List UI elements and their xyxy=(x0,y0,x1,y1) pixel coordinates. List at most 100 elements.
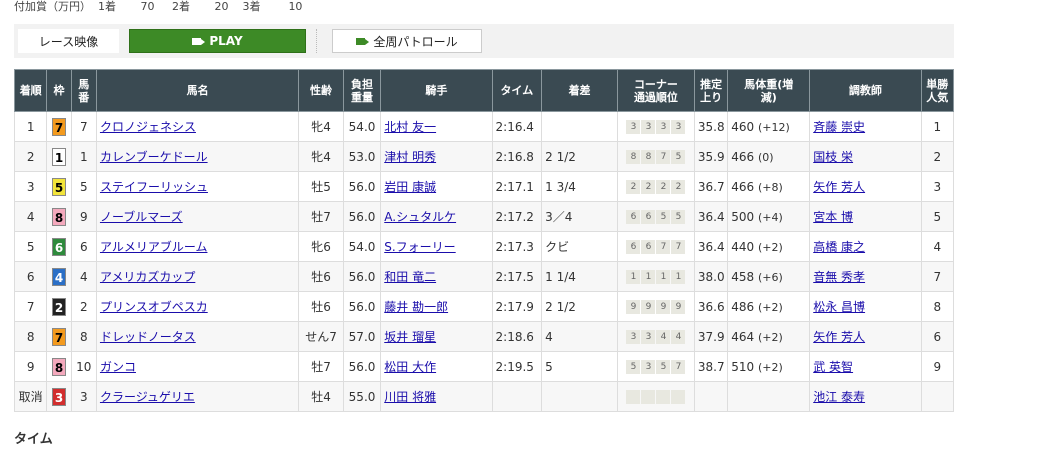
jockey-link[interactable]: 松田 大作 xyxy=(384,360,436,374)
number-cell: 3 xyxy=(70,381,97,412)
bodyweight-diff: (+8) xyxy=(758,180,783,194)
waku-badge: 8 xyxy=(52,207,67,226)
time-cell: 2:17.3 xyxy=(491,231,543,262)
trainer-link[interactable]: 高橋 康之 xyxy=(813,240,865,254)
time-cell: 2:18.6 xyxy=(491,321,543,352)
margin-cell: 3／4 xyxy=(541,201,618,232)
corner-position: 7 xyxy=(671,359,686,374)
horse-link[interactable]: プリンスオブペスカ xyxy=(100,300,208,314)
time-cell: 2:16.4 xyxy=(491,111,543,142)
trainer-link[interactable]: 池江 泰寿 xyxy=(813,390,865,404)
corners-cell: 8875 xyxy=(617,141,695,172)
horse-link[interactable]: ノーブルマーズ xyxy=(100,210,183,224)
trainer-cell: 高橋 康之 xyxy=(809,231,922,262)
horse-link[interactable]: クロノジェネシス xyxy=(100,120,196,134)
corner-position: 3 xyxy=(641,359,656,374)
horse-link[interactable]: アメリカズカップ xyxy=(100,270,195,284)
header-time: タイム xyxy=(491,69,543,112)
jockey-link[interactable]: A.シュタルケ xyxy=(384,210,456,224)
popularity-cell: 9 xyxy=(920,351,955,382)
horse-link[interactable]: クラージュゲリエ xyxy=(100,390,195,404)
jockey-link[interactable]: 和田 竜二 xyxy=(384,270,436,284)
trainer-cell: 矢作 芳人 xyxy=(809,171,922,202)
corner-position: 9 xyxy=(671,299,686,314)
horse-link[interactable]: アルメリアブルーム xyxy=(100,240,208,254)
bodyweight-value: 500 xyxy=(731,209,755,224)
margin-cell: 4 xyxy=(541,321,618,352)
jockey-cell: 松田 大作 xyxy=(380,351,493,382)
place-cell: 取消 xyxy=(13,381,48,412)
bodyweight-cell: 460 (+12) xyxy=(727,111,811,142)
corner-position: 7 xyxy=(671,239,686,254)
trainer-link[interactable]: 国枝 栄 xyxy=(813,150,853,164)
last3f-cell: 38.7 xyxy=(693,351,729,382)
trainer-link[interactable]: 武 英智 xyxy=(813,360,853,374)
number-cell: 1 xyxy=(70,141,97,172)
waku-badge: 4 xyxy=(52,267,67,286)
popularity-cell xyxy=(920,381,955,412)
horse-link[interactable]: ガンコ xyxy=(100,360,136,374)
place-cell: 7 xyxy=(13,291,48,322)
waku-cell: 1 xyxy=(46,141,72,172)
corner-position: 3 xyxy=(656,119,671,134)
table-row: 1 7 7 クロノジェネシス 牝4 54.0 北村 友一 2:16.4 3 3 3 3 35.8 460 … xyxy=(13,111,955,142)
jockey-link[interactable]: 岩田 康誠 xyxy=(384,180,436,194)
trainer-link[interactable]: 音無 秀孝 xyxy=(813,270,865,284)
horse-link[interactable]: ドレッドノータス xyxy=(100,330,196,344)
place-cell: 4 xyxy=(13,201,48,232)
header-last3f: 推定上り xyxy=(693,69,729,112)
horse-link[interactable]: カレンブーケドール xyxy=(100,150,208,164)
horse-cell: ノーブルマーズ xyxy=(95,201,300,232)
sexage-cell: 牡6 xyxy=(298,291,344,322)
corner-position: 1 xyxy=(656,269,671,284)
bodyweight-cell: 458 (+6) xyxy=(727,261,811,292)
trainer-cell: 武 英智 xyxy=(809,351,922,382)
corner-position: 7 xyxy=(656,149,671,164)
last3f-cell: 36.4 xyxy=(693,231,729,262)
last3f-cell: 37.9 xyxy=(693,321,729,352)
waku-cell: 7 xyxy=(46,321,72,352)
header-horse: 馬名 xyxy=(95,69,300,112)
jockey-link[interactable]: 坂井 瑠星 xyxy=(384,330,436,344)
time-cell: 2:17.2 xyxy=(491,201,543,232)
patrol-button[interactable]: 全周パトロール xyxy=(332,29,482,53)
jockey-link[interactable]: 北村 友一 xyxy=(384,120,436,134)
popularity-cell: 7 xyxy=(920,261,955,292)
jockey-cell: 藤井 勘一郎 xyxy=(380,291,493,322)
prize-rank-3: 3着 xyxy=(242,0,261,13)
trainer-link[interactable]: 矢作 芳人 xyxy=(813,180,865,194)
corner-position xyxy=(626,389,641,404)
corner-position: 3 xyxy=(641,119,656,134)
play-button[interactable]: PLAY xyxy=(129,29,306,53)
trainer-link[interactable]: 矢作 芳人 xyxy=(813,330,865,344)
jockey-link[interactable]: S.フォーリー xyxy=(384,240,455,254)
trainer-link[interactable]: 斉藤 崇史 xyxy=(813,120,865,134)
last3f-cell: 35.9 xyxy=(693,141,729,172)
sexage-cell: 牡6 xyxy=(298,261,344,292)
place-cell: 2 xyxy=(13,141,48,172)
trainer-link[interactable]: 宮本 博 xyxy=(813,210,853,224)
waku-cell: 6 xyxy=(46,231,72,262)
number-cell: 9 xyxy=(70,201,97,232)
video-camera-icon xyxy=(192,37,206,45)
waku-badge: 6 xyxy=(52,237,67,256)
weight-cell: 56.0 xyxy=(342,291,382,322)
jockey-link[interactable]: 藤井 勘一郎 xyxy=(384,300,448,314)
corner-position: 8 xyxy=(626,149,641,164)
horse-link[interactable]: ステイフーリッシュ xyxy=(100,180,208,194)
jockey-cell: 北村 友一 xyxy=(380,111,493,142)
prize-value-1: 70 xyxy=(140,0,155,13)
bodyweight-value: 466 xyxy=(731,179,755,194)
weight-cell: 56.0 xyxy=(342,201,382,232)
number-cell: 5 xyxy=(70,171,97,202)
video-toolbar: レース映像 PLAY 全周パトロール xyxy=(14,24,954,58)
jockey-link[interactable]: 川田 将雅 xyxy=(384,390,436,404)
waku-cell: 8 xyxy=(46,201,72,232)
waku-badge: 5 xyxy=(52,177,67,196)
number-cell: 2 xyxy=(70,291,97,322)
trainer-link[interactable]: 松永 昌博 xyxy=(813,300,865,314)
table-row: 9 8 10 ガンコ 牡7 56.0 松田 大作 2:19.5 5 5 3 5 7 38.7 510 (+2… xyxy=(13,351,955,382)
weight-cell: 54.0 xyxy=(342,111,382,142)
jockey-link[interactable]: 津村 明秀 xyxy=(384,150,436,164)
jockey-cell: 岩田 康誠 xyxy=(380,171,493,202)
